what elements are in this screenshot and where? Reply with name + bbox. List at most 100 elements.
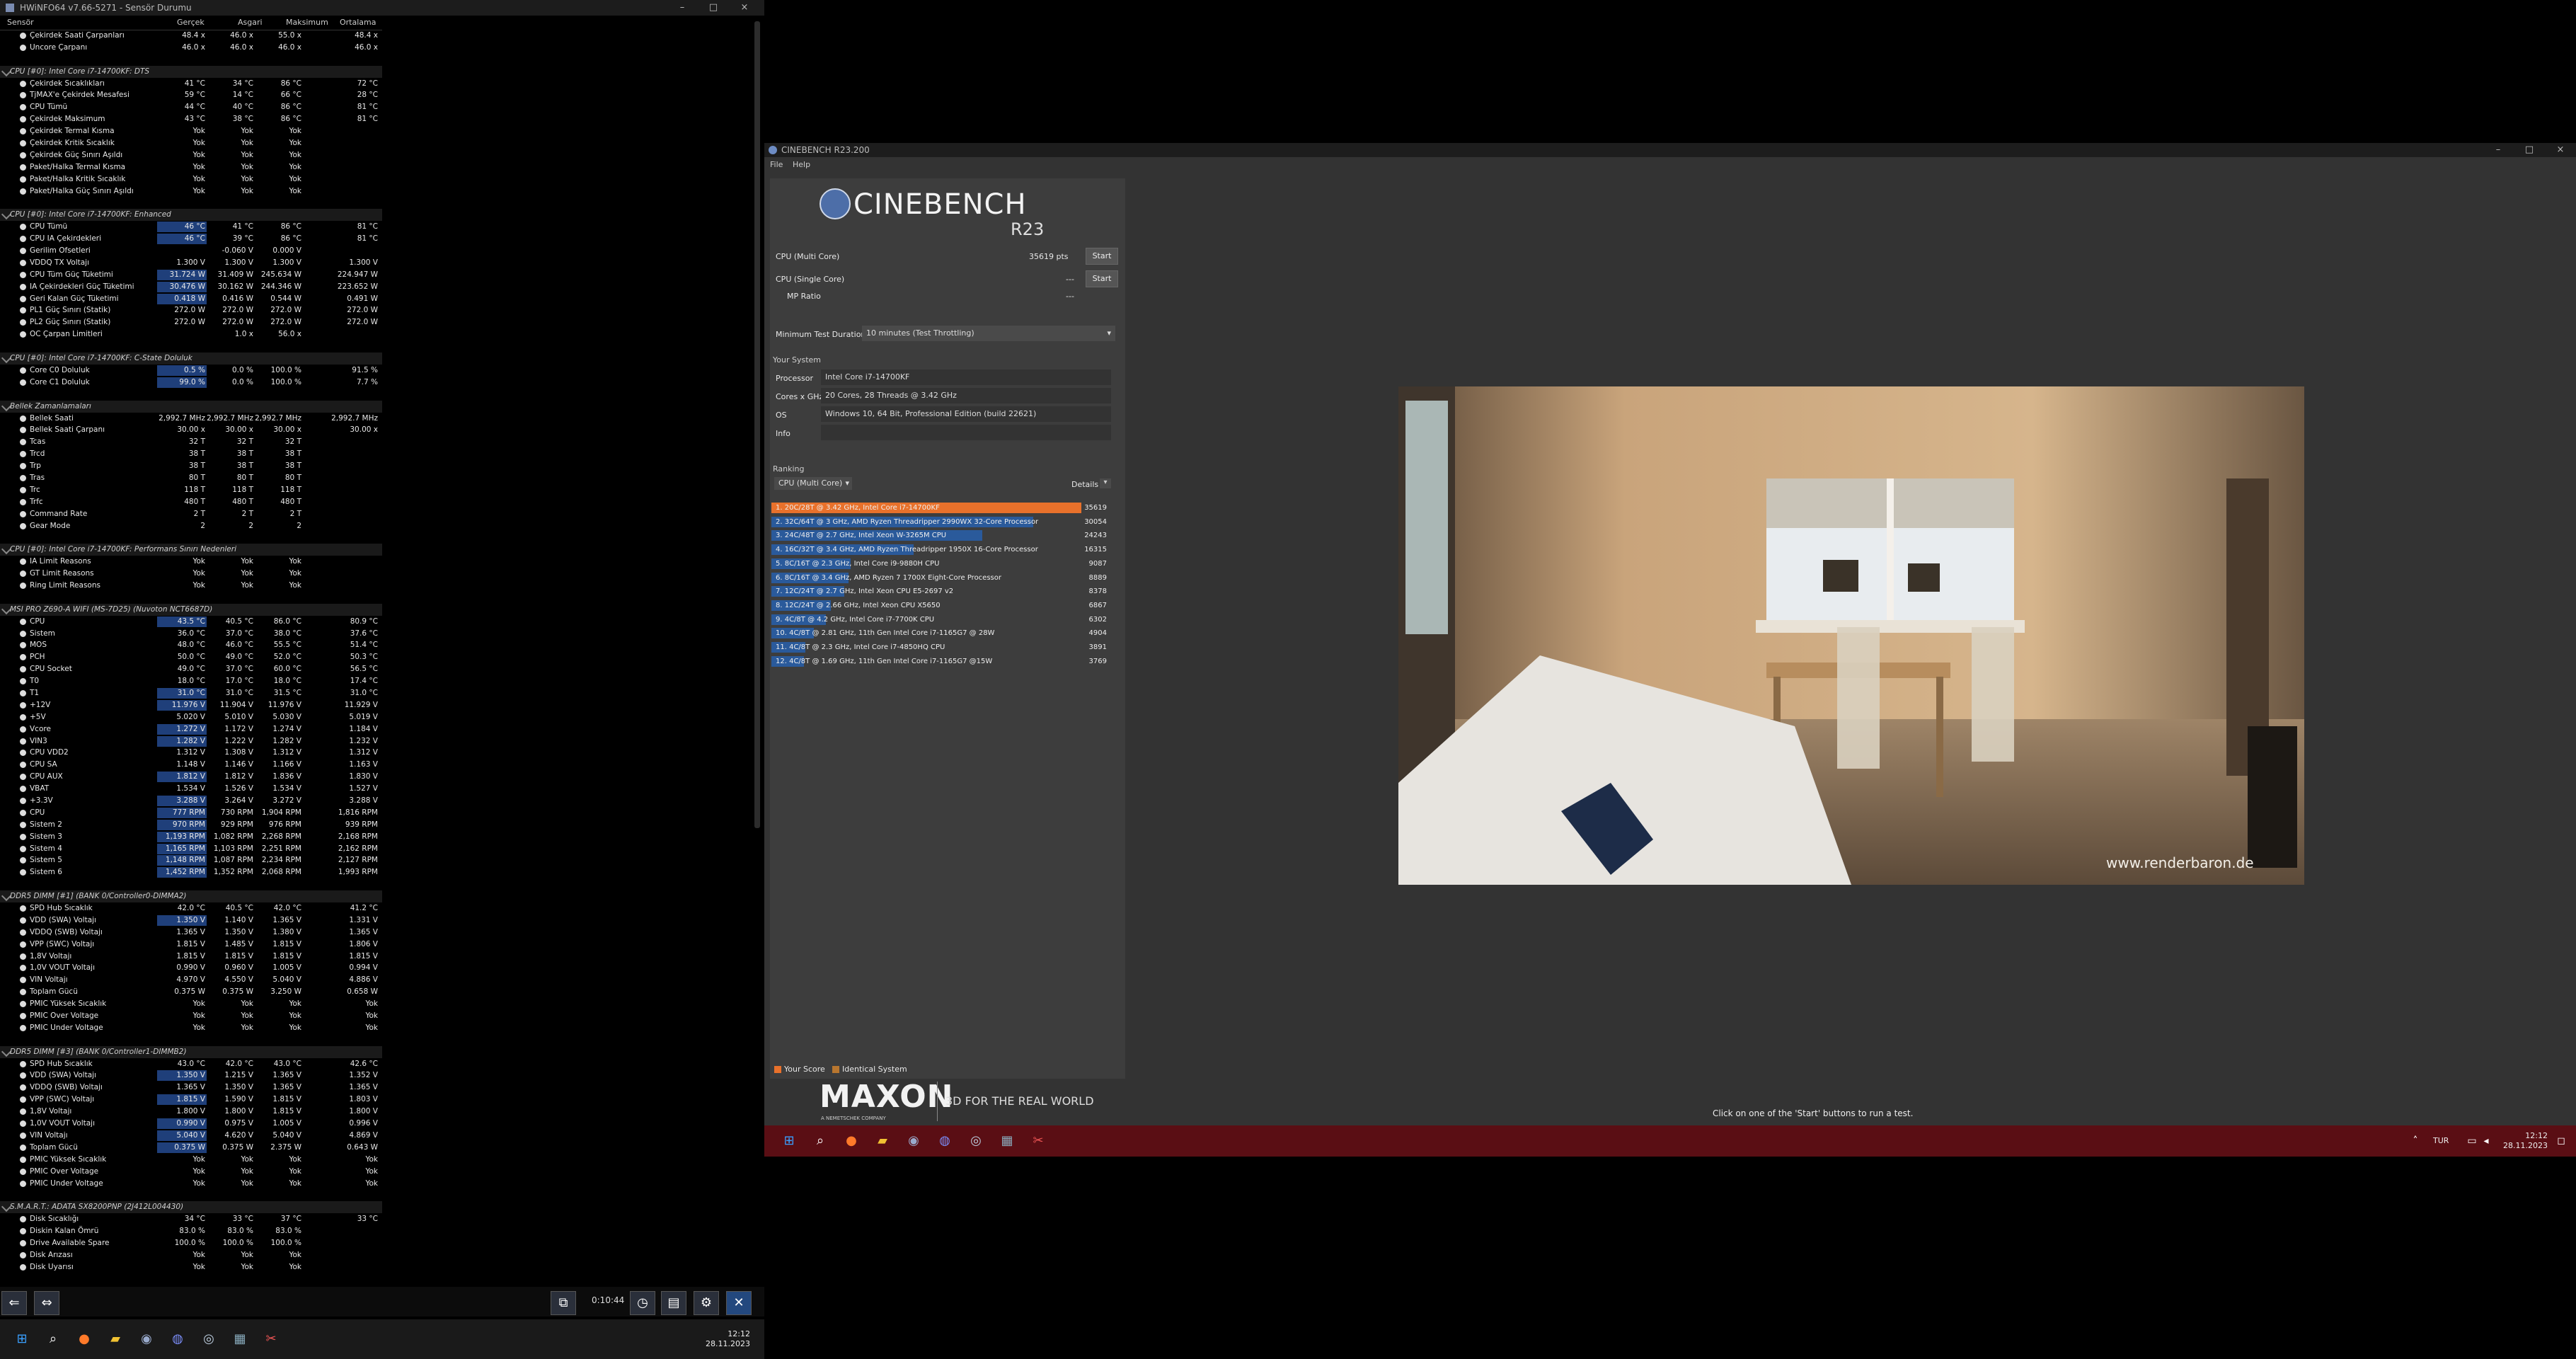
firefox-icon[interactable]: ● <box>75 1330 93 1348</box>
sensor-row[interactable]: Gerilim Ofsetleri -0.060 V 0.000 V <box>0 245 382 257</box>
col-min[interactable]: Asgari <box>238 18 263 27</box>
clock-icon[interactable]: ◷ <box>630 1291 655 1315</box>
sensor-row[interactable]: Geri Kalan Güç Tüketimi 0.418 W 0.416 W 0.5… <box>0 293 382 305</box>
ranking-item[interactable]: 6. 8C/16T @ 3.4 GHz, AMD Ryzen 7 1700X E… <box>771 571 1110 585</box>
sensor-row[interactable]: VPP (SWC) Voltajı 1.815 V 1.590 V 1.815 V 1.… <box>0 1094 382 1106</box>
sensor-row[interactable]: MOS 48.0 °C 46.0 °C 55.5 °C 51.4 °C <box>0 639 382 651</box>
sensor-row[interactable]: Sistem 6 1,452 RPM 1,352 RPM 2,068 RPM 1,993… <box>0 866 382 878</box>
sensor-row[interactable]: Trc 118 T 118 T 118 T <box>0 484 382 496</box>
sensor-row[interactable]: Disk Arızası Yok Yok Yok <box>0 1249 382 1261</box>
sensor-row[interactable]: GT Limit Reasons Yok Yok Yok <box>0 568 382 580</box>
sensor-row[interactable]: 1,8V Voltajı 1.815 V 1.815 V 1.815 V 1.815 V <box>0 951 382 963</box>
sensor-row[interactable]: VDDQ (SWB) Voltajı 1.365 V 1.350 V 1.380 V 1… <box>0 927 382 939</box>
sensor-row[interactable]: Vcore 1.272 V 1.172 V 1.274 V 1.184 V <box>0 723 382 735</box>
cb-close-icon[interactable]: × <box>2546 143 2575 159</box>
cb-minimize-icon[interactable]: – <box>2484 143 2512 159</box>
ranking-item[interactable]: 5. 8C/16T @ 2.3 GHz, Intel Core i9-9880H… <box>771 557 1110 570</box>
sensor-row[interactable]: CPU Socket 49.0 °C 37.0 °C 60.0 °C 56.5 °C <box>0 663 382 675</box>
sensor-row[interactable]: T0 18.0 °C 17.0 °C 18.0 °C 17.4 °C <box>0 675 382 687</box>
sensor-row[interactable]: T1 31.0 °C 31.0 °C 31.5 °C 31.0 °C <box>0 687 382 699</box>
sensor-row[interactable]: Sistem 3 1,193 RPM 1,082 RPM 2,268 RPM 2,168… <box>0 831 382 843</box>
search-icon[interactable]: ⌕ <box>44 1330 62 1348</box>
sensor-row[interactable]: Disk Uyarısı Yok Yok Yok <box>0 1261 382 1273</box>
folder-icon[interactable]: ▰ <box>106 1330 125 1348</box>
taskbar-clock-left[interactable]: 12:12 28.11.2023 <box>694 1329 750 1349</box>
sensor-group[interactable]: MSI PRO Z690-A WIFI (MS-7D25) (Nuvoton N… <box>0 603 382 616</box>
menu-file[interactable]: File <box>770 157 783 173</box>
start-icon[interactable]: ⊞ <box>780 1132 798 1150</box>
sensor-row[interactable]: CPU AUX 1.812 V 1.812 V 1.836 V 1.830 V <box>0 771 382 783</box>
sensor-row[interactable]: Sistem 4 1,165 RPM 1,103 RPM 2,251 RPM 2,162… <box>0 843 382 855</box>
sensor-row[interactable]: PMIC Yüksek Sıcaklık Yok Yok Yok Yok <box>0 998 382 1010</box>
nav-forward-icon[interactable]: ⇔ <box>34 1291 59 1315</box>
gear-icon[interactable]: ⚙ <box>694 1291 719 1315</box>
sensor-row[interactable]: VIN Voltajı 5.040 V 4.620 V 5.040 V 4.869 V <box>0 1130 382 1142</box>
sensor-row[interactable]: Trfc 480 T 480 T 480 T <box>0 496 382 508</box>
sensor-row[interactable]: Bellek Saati Çarpanı 30.00 x 30.00 x 30.00 … <box>0 424 382 436</box>
hwinfo-taskbar-icon[interactable]: ▦ <box>998 1132 1016 1150</box>
details-label[interactable]: Details <box>1071 480 1098 489</box>
multi-core-start-button[interactable]: Start <box>1086 248 1118 265</box>
min-duration-select[interactable]: 10 minutes (Test Throttling) ▾ <box>862 326 1115 341</box>
sensor-row[interactable]: PCH 50.0 °C 49.0 °C 52.0 °C 50.3 °C <box>0 651 382 663</box>
sensor-row[interactable]: Ring Limit Reasons Yok Yok Yok <box>0 580 382 592</box>
sensor-row[interactable]: Çekirdek Sıcaklıkları 41 °C 34 °C 86 °C 72 °… <box>0 78 382 90</box>
sensor-group[interactable]: CPU [#0]: Intel Core i7-14700KF: Enhance… <box>0 209 382 222</box>
sensor-row[interactable]: PMIC Under Voltage Yok Yok Yok Yok <box>0 1022 382 1034</box>
sensor-row[interactable]: TjMAX'e Çekirdek Mesafesi 59 °C 14 °C 66 °C… <box>0 89 382 101</box>
sensor-row[interactable]: Diskin Kalan Ömrü 83.0 % 83.0 % 83.0 % <box>0 1225 382 1237</box>
sensor-row[interactable]: Sistem 2 970 RPM 929 RPM 976 RPM 939 RPM <box>0 819 382 831</box>
sensor-row[interactable]: SPD Hub Sıcaklık 43.0 °C 42.0 °C 43.0 °C 42.… <box>0 1058 382 1070</box>
snip-taskbar-icon[interactable]: ✂ <box>1029 1132 1047 1150</box>
ranking-item[interactable]: 2. 32C/64T @ 3 GHz, AMD Ryzen Threadripp… <box>771 515 1110 529</box>
ranking-item[interactable]: 10. 4C/8T @ 2.81 GHz, 11th Gen Intel Cor… <box>771 626 1110 640</box>
ranking-item[interactable]: 4. 16C/32T @ 3.4 GHz, AMD Ryzen Threadri… <box>771 543 1110 556</box>
sensor-row[interactable]: CPU Tüm Güç Tüketimi 31.724 W 31.409 W 245.… <box>0 269 382 281</box>
sensor-row[interactable]: 1,0V VOUT Voltajı 0.990 V 0.975 V 1.005 V 0.… <box>0 1118 382 1130</box>
sensor-row[interactable]: +3.3V 3.288 V 3.264 V 3.272 V 3.288 V <box>0 795 382 807</box>
snip-taskbar-icon[interactable]: ✂ <box>262 1330 280 1348</box>
menu-help[interactable]: Help <box>793 157 810 173</box>
maximize-icon[interactable]: □ <box>699 0 728 16</box>
sensor-row[interactable]: Trcd 38 T 38 T 38 T <box>0 448 382 460</box>
sensor-row[interactable]: Tras 80 T 80 T 80 T <box>0 472 382 484</box>
firefox-icon[interactable]: ● <box>842 1132 861 1150</box>
sensor-row[interactable]: Sistem 36.0 °C 37.0 °C 38.0 °C 37.6 °C <box>0 628 382 640</box>
sensor-row[interactable]: Drive Available Spare 100.0 % 100.0 % 100.0… <box>0 1237 382 1249</box>
sensor-group[interactable]: S.M.A.R.T.: ADATA SX8200PNP (2J412L00443… <box>0 1201 382 1214</box>
sensor-row[interactable]: VDD (SWA) Voltajı 1.350 V 1.215 V 1.365 V 1.… <box>0 1070 382 1082</box>
sensor-group[interactable]: DDR5 DIMM [#1] (BANK 0/Controller0-DIMMA… <box>0 890 382 903</box>
sensor-group[interactable]: CPU [#0]: Intel Core i7-14700KF: C-State… <box>0 352 382 365</box>
sensor-row[interactable]: Gear Mode 2 2 2 <box>0 520 382 532</box>
sensor-row[interactable]: Core C0 Doluluk 0.5 % 0.0 % 100.0 % 91.5 % <box>0 365 382 377</box>
sensor-row[interactable]: +12V 11.976 V 11.904 V 11.976 V 11.929 V <box>0 699 382 711</box>
col-sensor[interactable]: Sensör <box>7 18 34 27</box>
sensor-row[interactable]: CPU 43.5 °C 40.5 °C 86.0 °C 80.9 °C <box>0 616 382 628</box>
sensor-row[interactable]: Tcas 32 T 32 T 32 T <box>0 436 382 448</box>
details-chevron-icon[interactable]: ▾ <box>1100 478 1111 488</box>
sensor-row[interactable]: 1,0V VOUT Voltajı 0.990 V 0.960 V 1.005 V 0.… <box>0 962 382 974</box>
sensor-row[interactable]: +5V 5.020 V 5.010 V 5.030 V 5.019 V <box>0 711 382 723</box>
sensor-row[interactable]: Toplam Gücü 0.375 W 0.375 W 3.250 W 0.658 W <box>0 986 382 998</box>
discord-icon[interactable]: ◍ <box>168 1330 187 1348</box>
sensor-row[interactable]: VIN3 1.282 V 1.222 V 1.282 V 1.232 V <box>0 735 382 747</box>
col-max[interactable]: Maksimum <box>286 18 328 27</box>
sensor-row[interactable]: VDDQ (SWB) Voltajı 1.365 V 1.350 V 1.365 V 1… <box>0 1082 382 1094</box>
sensor-row[interactable]: VPP (SWC) Voltajı 1.815 V 1.485 V 1.815 V 1.… <box>0 939 382 951</box>
input-language[interactable]: TUR <box>2433 1136 2449 1145</box>
search-icon[interactable]: ⌕ <box>811 1132 829 1150</box>
sensor-row[interactable]: IA Çekirdekleri Güç Tüketimi 30.476 W 30.1… <box>0 281 382 293</box>
sensor-row[interactable]: PL1 Güç Sınırı (Statik) 272.0 W 272.0 W 272… <box>0 304 382 316</box>
sensor-group[interactable]: CPU [#0]: Intel Core i7-14700KF: Perform… <box>0 544 382 556</box>
sensor-row[interactable]: PMIC Yüksek Sıcaklık Yok Yok Yok Yok <box>0 1154 382 1166</box>
sensor-row[interactable]: Core C1 Doluluk 99.0 % 0.0 % 100.0 % 7.7 % <box>0 377 382 389</box>
sensor-row[interactable]: VDDQ TX Voltajı 1.300 V 1.300 V 1.300 V 1.30… <box>0 257 382 269</box>
sensor-group[interactable]: Bellek Zamanlamaları <box>0 400 382 413</box>
ranking-item[interactable]: 3. 24C/48T @ 2.7 GHz, Intel Xeon W-3265M… <box>771 529 1110 542</box>
taskbar-clock-right[interactable]: 12:12 28.11.2023 <box>2498 1131 2548 1151</box>
sensor-row[interactable]: Command Rate 2 T 2 T 2 T <box>0 508 382 520</box>
single-core-start-button[interactable]: Start <box>1086 270 1118 287</box>
sensor-row[interactable]: Paket/Halka Termal Kısma Yok Yok Yok <box>0 161 382 173</box>
hwinfo-scrollbar[interactable] <box>754 21 760 828</box>
folder-icon[interactable]: ▰ <box>873 1132 892 1150</box>
